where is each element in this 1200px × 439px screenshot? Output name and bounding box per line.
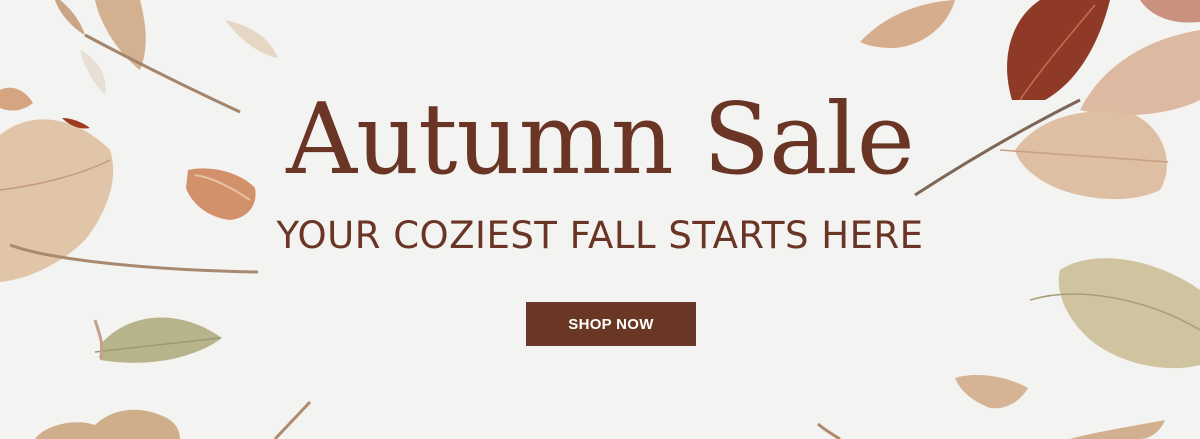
dried-leaf-icon	[93, 317, 222, 363]
subheadline: YOUR COZIEST FALL STARTS HERE	[276, 214, 924, 257]
dried-leaf-icon	[817, 375, 1165, 439]
dried-leaf-icon	[1029, 258, 1200, 369]
dried-leaf-icon	[35, 400, 312, 439]
autumn-sale-banner: Autumn Sale YOUR COZIEST FALL STARTS HER…	[0, 0, 1200, 439]
dried-leaf-icon	[860, 0, 955, 48]
shop-now-button[interactable]: SHOP NOW	[526, 302, 696, 346]
headline: Autumn Sale	[286, 83, 914, 197]
